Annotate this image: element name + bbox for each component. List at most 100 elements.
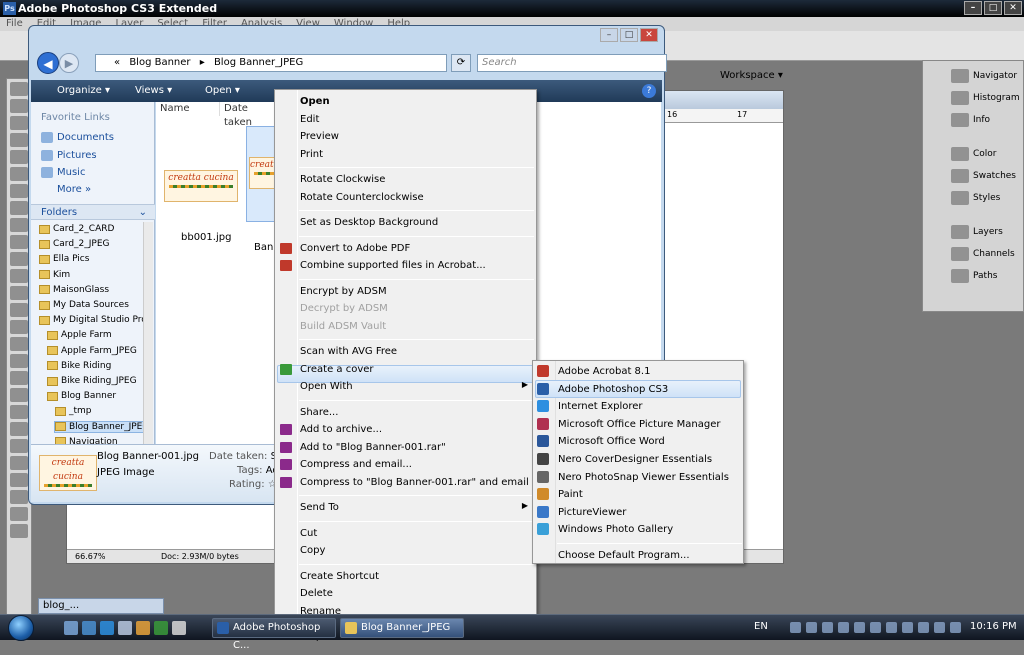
open-with-microsoft-office-picture-manager[interactable]: Microsoft Office Picture Manager — [558, 418, 720, 432]
switch-windows-icon[interactable] — [82, 621, 96, 635]
quick-launch-icon[interactable] — [118, 621, 132, 635]
taskbar-blog-banner-jpeg[interactable]: Blog Banner_JPEG — [340, 618, 464, 638]
minimized-document[interactable]: blog_... — [38, 598, 164, 614]
show-desktop-icon[interactable] — [64, 621, 78, 635]
address-bar[interactable]: « Blog Banner ▸ Blog Banner_JPEG — [95, 54, 447, 72]
tree-item-tmp[interactable]: _tmp — [55, 406, 92, 416]
menu-item-encrypt-by-adsm[interactable]: Encrypt by ADSM — [300, 285, 387, 299]
open-with-microsoft-office-word[interactable]: Microsoft Office Word — [558, 435, 665, 449]
back-button[interactable]: ◀ — [37, 52, 59, 74]
minimize-button[interactable]: – — [964, 1, 982, 15]
network-icon[interactable] — [934, 622, 945, 633]
panel-channels[interactable]: Channels — [951, 247, 1015, 261]
menu-item-scan-with-avg-free[interactable]: Scan with AVG Free — [300, 345, 397, 359]
favorite-pictures[interactable]: Pictures — [41, 150, 97, 161]
folders-header[interactable]: Folders ⌄ — [31, 204, 155, 220]
language-indicator[interactable]: EN — [754, 621, 768, 632]
menu-item-compress-and-email[interactable]: Compress and email... — [300, 458, 412, 472]
close-button[interactable]: ✕ — [1004, 1, 1022, 15]
organize-button[interactable]: Organize ▾ — [57, 80, 110, 102]
quick-launch-icon[interactable] — [154, 621, 168, 635]
open-with-nero-coverdesigner-essentials[interactable]: Nero CoverDesigner Essentials — [558, 453, 712, 467]
menu-item-cut[interactable]: Cut — [300, 527, 317, 541]
menu-item-combine-supported-files-in-acrobat[interactable]: Combine supported files in Acrobat... — [300, 259, 486, 273]
menu-item-add-to-blog-banner-001-rar[interactable]: Add to "Blog Banner-001.rar" — [300, 441, 446, 455]
menu-item-add-to-archive[interactable]: Add to archive... — [300, 423, 382, 437]
tray-icon[interactable] — [822, 622, 833, 633]
tray-icon[interactable] — [854, 622, 865, 633]
open-with-paint[interactable]: Paint — [558, 488, 583, 502]
tray-icon[interactable] — [886, 622, 897, 633]
explorer-minimize-button[interactable]: – — [600, 28, 618, 42]
workspace-menu[interactable]: Workspace ▾ — [720, 68, 783, 84]
tree-item-blog-banner-jpeg[interactable]: Blog Banner_JPEG — [53, 420, 143, 433]
panel-color[interactable]: Color — [951, 147, 997, 161]
menu-item-set-as-desktop-background[interactable]: Set as Desktop Background — [300, 216, 438, 230]
zoom-level[interactable]: 66.67% — [75, 550, 106, 564]
open-with-adobe-acrobat-8-1[interactable]: Adobe Acrobat 8.1 — [558, 365, 650, 379]
explorer-maximize-button[interactable]: □ — [620, 28, 638, 42]
open-button[interactable]: Open ▾ — [205, 80, 240, 102]
tray-icon[interactable] — [806, 622, 817, 633]
breadcrumb-blog-banner[interactable]: Blog Banner — [129, 57, 190, 68]
tree-item-ella-pics[interactable]: Ella Pics — [39, 254, 89, 264]
volume-icon[interactable] — [950, 622, 961, 633]
panel-paths[interactable]: Paths — [951, 269, 997, 283]
ps-menu-file[interactable]: File — [6, 17, 23, 31]
column-header-name[interactable]: Name — [156, 102, 220, 116]
tree-item-maisonglass[interactable]: MaisonGlass — [39, 285, 109, 295]
tray-icon[interactable] — [838, 622, 849, 633]
favorite-documents[interactable]: Documents — [41, 132, 114, 143]
open-with-choose-default-program[interactable]: Choose Default Program... — [558, 549, 690, 563]
menu-item-print[interactable]: Print — [300, 148, 323, 162]
open-with-windows-photo-gallery[interactable]: Windows Photo Gallery — [558, 523, 673, 537]
open-with-internet-explorer[interactable]: Internet Explorer — [558, 400, 643, 414]
views-button[interactable]: Views ▾ — [135, 80, 172, 102]
start-button[interactable] — [2, 615, 42, 641]
explorer-close-button[interactable]: ✕ — [640, 28, 658, 42]
favorite-music[interactable]: Music — [41, 167, 85, 178]
tree-item-bike-riding-jpeg[interactable]: Bike Riding_JPEG — [47, 376, 137, 386]
tray-icon[interactable] — [918, 622, 929, 633]
open-with-adobe-photoshop-cs3[interactable]: Adobe Photoshop CS3 — [558, 383, 668, 397]
tree-item-blog-banner[interactable]: Blog Banner — [47, 391, 116, 401]
menu-item-send-to[interactable]: Send To — [300, 501, 339, 515]
menu-item-open[interactable]: Open — [300, 95, 330, 109]
refresh-button[interactable]: ⟳ — [451, 54, 471, 72]
breadcrumb-overflow[interactable]: « — [114, 57, 120, 68]
search-input[interactable]: Search — [477, 54, 667, 72]
menu-item-compress-to-blog-banner-001-rar-and-email[interactable]: Compress to "Blog Banner-001.rar" and em… — [300, 476, 529, 490]
folder-tree-scrollbar[interactable] — [143, 222, 153, 444]
panel-layers[interactable]: Layers — [951, 225, 1003, 239]
menu-item-create-a-cover[interactable]: Create a cover — [300, 363, 374, 377]
panel-navigator[interactable]: Navigator — [951, 69, 1017, 83]
tree-item-bike-riding[interactable]: Bike Riding — [47, 361, 111, 371]
menu-item-share[interactable]: Share... — [300, 406, 338, 420]
menu-item-edit[interactable]: Edit — [300, 113, 319, 127]
quick-launch-icon[interactable] — [172, 621, 186, 635]
clock[interactable]: 10:16 PM — [970, 621, 1017, 632]
maximize-button[interactable]: □ — [984, 1, 1002, 15]
tray-icon[interactable] — [902, 622, 913, 633]
column-header-date-taken[interactable]: Date taken — [220, 102, 276, 128]
menu-item-open-with[interactable]: Open With — [300, 380, 353, 394]
menu-item-rotate-counterclockwise[interactable]: Rotate Counterclockwise — [300, 191, 424, 205]
panel-styles[interactable]: Styles — [951, 191, 1000, 205]
open-with-nero-photosnap-viewer-essentials[interactable]: Nero PhotoSnap Viewer Essentials — [558, 471, 729, 485]
tree-item-my-data-sources[interactable]: My Data Sources — [39, 300, 129, 310]
tree-item-navigation[interactable]: Navigation — [55, 437, 118, 444]
tree-item-card-2-jpeg[interactable]: Card_2_JPEG — [39, 239, 110, 249]
menu-item-delete[interactable]: Delete — [300, 587, 333, 601]
menu-item-rotate-clockwise[interactable]: Rotate Clockwise — [300, 173, 385, 187]
tree-item-kim[interactable]: Kim — [39, 270, 70, 280]
file-label-bb001[interactable]: bb001.jpg — [181, 232, 231, 243]
taskbar-adobe-photoshop-c[interactable]: Adobe Photoshop C... — [212, 618, 336, 651]
menu-item-copy[interactable]: Copy — [300, 544, 325, 558]
tree-item-my-digital-studio-pro[interactable]: My Digital Studio Pro — [39, 315, 143, 325]
forward-button[interactable]: ▶ — [59, 53, 79, 73]
menu-item-create-shortcut[interactable]: Create Shortcut — [300, 570, 379, 584]
internet-explorer-icon[interactable] — [100, 621, 114, 635]
tray-icon[interactable] — [870, 622, 881, 633]
menu-item-preview[interactable]: Preview — [300, 130, 339, 144]
breadcrumb-blog-banner-jpeg[interactable]: Blog Banner_JPEG — [214, 57, 303, 68]
